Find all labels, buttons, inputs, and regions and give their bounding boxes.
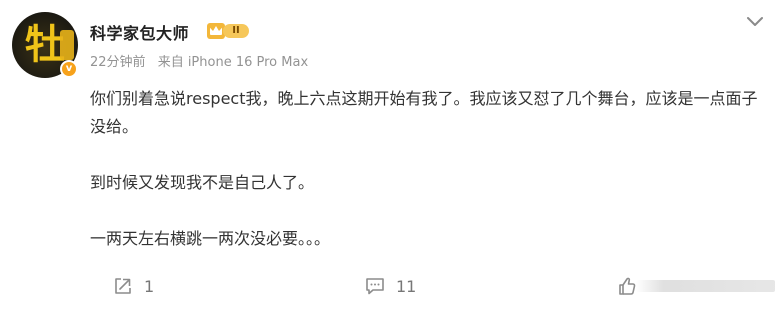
post-paragraph: 你们别着急说respect我，晚上六点这期开始有我了。我应该又怼了几个舞台，应该… [90, 89, 758, 136]
member-badge[interactable]: II [207, 22, 253, 40]
timestamp[interactable]: 22分钟前 [90, 55, 146, 70]
chevron-down-icon[interactable] [745, 14, 765, 28]
weibo-post: 牡 v 科学家包大师 II 22分钟前 来自 iPhone 16 Pro Max… [0, 0, 775, 309]
username[interactable]: 科学家包大师 [90, 20, 189, 44]
blurred-overlay [636, 280, 775, 292]
post-content: 你们别着急说respect我，晚上六点这期开始有我了。我应该又怼了几个舞台，应该… [90, 85, 760, 253]
action-bar: 1 11 [0, 272, 775, 300]
comment-button[interactable]: 11 [364, 272, 416, 300]
post-meta: 22分钟前 来自 iPhone 16 Pro Max [90, 51, 308, 70]
comment-icon [366, 278, 384, 295]
verified-badge-icon: v [60, 60, 78, 78]
comment-count: 11 [396, 276, 417, 296]
post-paragraph: 一两天左右横跳一两次没必要。。。 [90, 229, 331, 248]
post-paragraph: 到时候又发现我不是自己人了。 [90, 173, 315, 192]
share-icon [115, 278, 131, 294]
member-level: II [223, 24, 249, 38]
source: 来自 iPhone 16 Pro Max [157, 55, 309, 70]
share-count: 1 [144, 276, 155, 296]
avatar-logo-mark [60, 30, 74, 60]
share-button[interactable]: 1 [112, 272, 154, 300]
thumbs-up-icon [619, 277, 636, 295]
